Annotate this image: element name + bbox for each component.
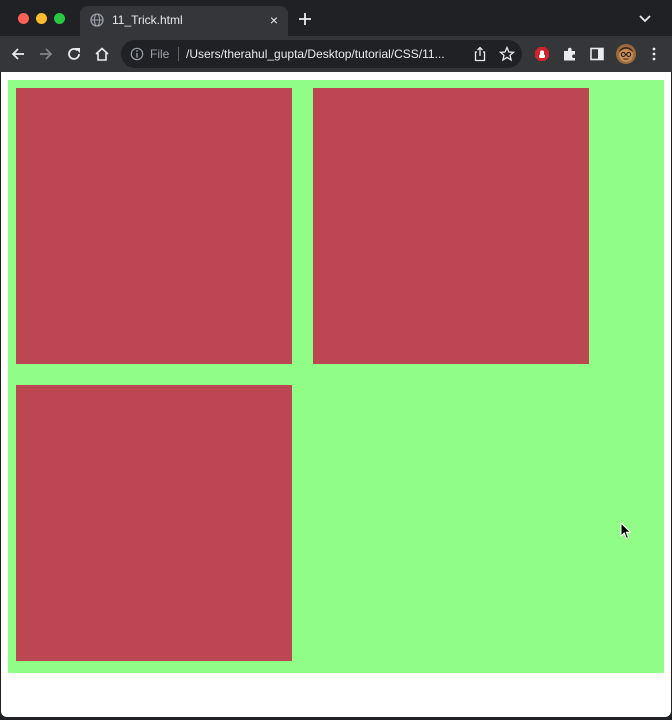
url-text[interactable]: /Users/therahul_gupta/Desktop/tutorial/C… (186, 47, 445, 61)
mouse-cursor-icon (620, 522, 632, 540)
tab-strip: 11_Trick.html × (0, 0, 672, 36)
box-1 (16, 88, 292, 364)
close-window-button[interactable] (18, 13, 29, 24)
reload-icon[interactable] (66, 46, 82, 62)
box-2 (313, 88, 589, 364)
plus-icon[interactable] (298, 12, 312, 26)
sidebar-icon[interactable] (589, 46, 605, 62)
stop-sign-extension-icon[interactable] (534, 46, 550, 62)
address-bar[interactable]: File /Users/therahul_gupta/Desktop/tutor… (121, 40, 522, 68)
minimize-window-button[interactable] (36, 13, 47, 24)
avatar-face-icon (619, 47, 633, 62)
kebab-menu-icon[interactable] (646, 46, 662, 62)
tab-title: 11_Trick.html (112, 13, 183, 27)
back-arrow-icon[interactable] (10, 46, 26, 62)
file-scheme-label: File (150, 47, 170, 61)
omnibox-separator (178, 47, 179, 61)
home-icon[interactable] (94, 46, 110, 62)
page-viewport (1, 72, 671, 717)
browser-toolbar: File /Users/therahul_gupta/Desktop/tutor… (0, 36, 672, 72)
flex-container (8, 80, 664, 673)
globe-icon (90, 13, 104, 27)
chevron-down-icon[interactable] (638, 13, 652, 25)
close-icon[interactable]: × (270, 12, 278, 28)
puzzle-icon[interactable] (562, 46, 578, 62)
forward-arrow-icon[interactable] (38, 46, 54, 62)
info-icon[interactable] (130, 47, 144, 61)
avatar[interactable] (616, 44, 636, 64)
tab-active[interactable]: 11_Trick.html × (80, 6, 288, 36)
maximize-window-button[interactable] (54, 13, 65, 24)
share-icon[interactable] (473, 46, 487, 62)
star-icon[interactable] (499, 46, 515, 62)
box-3 (16, 385, 292, 661)
